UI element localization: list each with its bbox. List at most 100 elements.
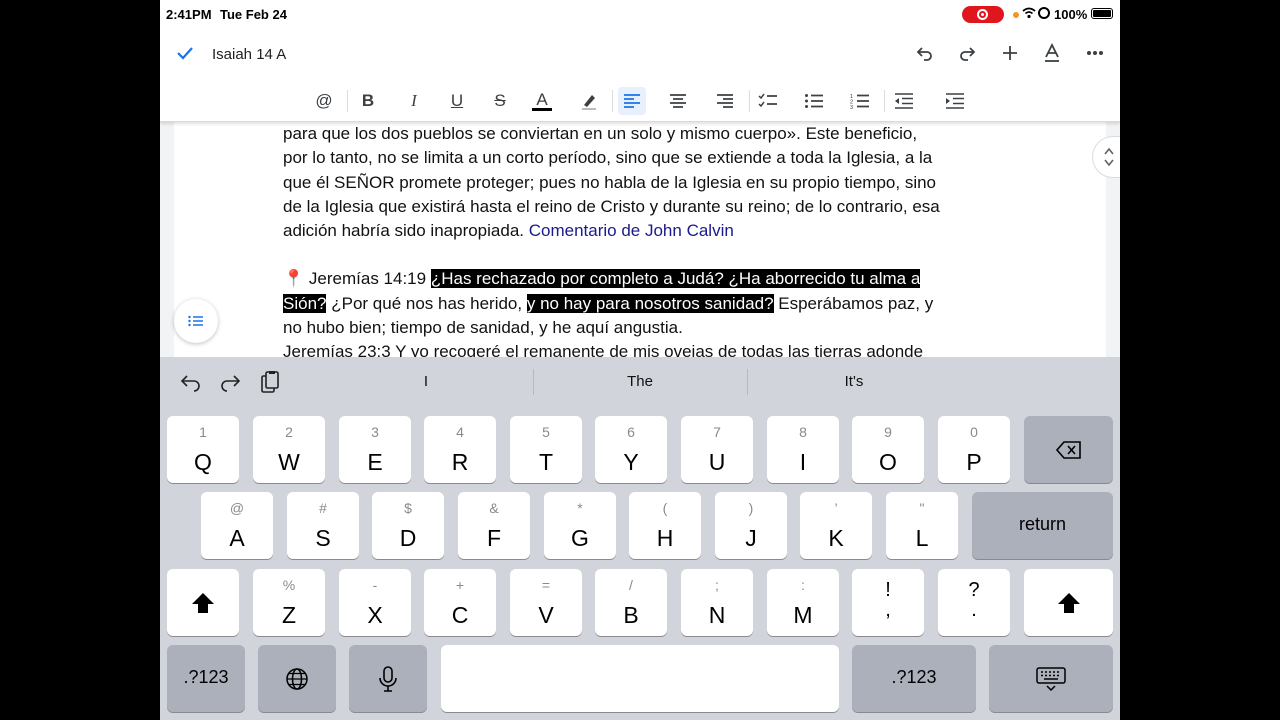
key-a[interactable]: @ A xyxy=(201,492,273,559)
italic-button[interactable]: I xyxy=(400,87,428,115)
suggestion-3[interactable]: It's xyxy=(754,373,954,390)
more-options-button[interactable] xyxy=(1082,40,1108,66)
key-label: G xyxy=(571,525,589,551)
increase-indent-button[interactable] xyxy=(941,87,969,115)
key-label: E xyxy=(367,449,383,475)
key-alt-label: 4 xyxy=(456,424,464,440)
doc-text-run: Esperábamos paz, y xyxy=(778,293,934,313)
key-label: N xyxy=(708,602,726,628)
key-z[interactable]: % Z xyxy=(253,569,325,636)
document-canvas[interactable]: para que los dos pueblos se conviertan e… xyxy=(160,122,1120,358)
bold-button[interactable]: B xyxy=(354,87,382,115)
numbers-key-right[interactable]: .?123 xyxy=(852,645,976,712)
mention-button[interactable]: @ xyxy=(310,87,338,115)
key-y[interactable]: 6Y xyxy=(595,416,667,483)
key-j[interactable]: ) J xyxy=(715,492,787,559)
key-c[interactable]: + C xyxy=(424,569,496,636)
key-alt-label: " xyxy=(919,500,925,516)
key-o[interactable]: 9O xyxy=(852,416,924,483)
format-toolbar: @ B I U S A 123 xyxy=(160,80,1120,122)
shift-key-right[interactable] xyxy=(1024,569,1113,636)
underline-button[interactable]: U xyxy=(443,87,471,115)
highlight-button[interactable] xyxy=(575,87,603,115)
key-t[interactable]: 5T xyxy=(510,416,582,483)
key-label: D xyxy=(399,525,417,551)
backspace-key[interactable] xyxy=(1024,416,1113,483)
key-alt-label: ( xyxy=(662,500,668,516)
format-button[interactable] xyxy=(1039,40,1065,66)
key-label: A xyxy=(229,525,245,551)
screen-recording-icon[interactable] xyxy=(962,6,1004,23)
insert-button[interactable] xyxy=(997,40,1023,66)
key-m[interactable]: :M xyxy=(767,569,839,636)
key-h[interactable]: (H xyxy=(629,492,701,559)
key-label: H xyxy=(656,525,674,551)
key-d[interactable]: $ D xyxy=(372,492,444,559)
kb-redo-button[interactable] xyxy=(218,370,242,394)
toolbar-divider xyxy=(749,90,750,112)
doc-line: que él SEÑOR promete proteger; pues no h… xyxy=(283,172,937,192)
key-g[interactable]: * G xyxy=(544,492,616,559)
kb-undo-button[interactable] xyxy=(179,370,203,394)
document-outline-button[interactable] xyxy=(174,299,218,343)
key-w[interactable]: 2W xyxy=(253,416,325,483)
key-x[interactable]: -X xyxy=(339,569,411,636)
document-body[interactable]: para que los dos pueblos se conviertan e… xyxy=(283,122,993,358)
key-b[interactable]: / B xyxy=(595,569,667,636)
key-alt-label: $ xyxy=(404,500,412,516)
numbers-key-left[interactable]: .?123 xyxy=(167,645,245,712)
space-bar[interactable] xyxy=(441,645,839,712)
suggestion-1[interactable]: I xyxy=(326,373,526,390)
suggestion-divider xyxy=(747,369,748,395)
key-s[interactable]: # S xyxy=(287,492,359,559)
key-v[interactable]: = V xyxy=(510,569,582,636)
key-i[interactable]: 8I xyxy=(767,416,839,483)
key-label: Z xyxy=(281,602,297,628)
key-label: . xyxy=(971,599,977,621)
key-e[interactable]: 3E xyxy=(339,416,411,483)
key-l[interactable]: " L xyxy=(886,492,958,559)
key-period[interactable]: ?. xyxy=(938,569,1010,636)
key-r[interactable]: 4R xyxy=(424,416,496,483)
key-comma[interactable]: !, xyxy=(852,569,924,636)
text-color-button[interactable]: A xyxy=(528,87,556,115)
checklist-button[interactable] xyxy=(754,87,782,115)
hide-keyboard-key[interactable] xyxy=(989,645,1113,712)
key-alt-label: ) xyxy=(748,500,754,516)
document-title[interactable]: Isaiah 14 A xyxy=(212,46,286,63)
align-center-button[interactable] xyxy=(664,87,692,115)
key-alt-label: : xyxy=(801,577,805,593)
align-left-button[interactable] xyxy=(618,87,646,115)
key-alt-label: ’ xyxy=(834,500,838,516)
align-left-icon xyxy=(624,94,640,108)
undo-button[interactable] xyxy=(912,40,938,66)
highlighted-text: y no hay para nosotros sanidad? xyxy=(526,293,774,313)
key-u[interactable]: 7U xyxy=(681,416,753,483)
return-key[interactable]: return xyxy=(972,492,1113,559)
key-q[interactable]: 1Q xyxy=(167,416,239,483)
numbered-list-icon: 123 xyxy=(850,94,869,109)
dictation-key[interactable] xyxy=(349,645,427,712)
align-right-button[interactable] xyxy=(711,87,739,115)
bulleted-list-button[interactable] xyxy=(800,87,828,115)
key-p[interactable]: 0P xyxy=(938,416,1010,483)
redo-button[interactable] xyxy=(954,40,980,66)
key-n[interactable]: ; N xyxy=(681,569,753,636)
undo-icon xyxy=(180,375,200,392)
key-k[interactable]: ’ K xyxy=(800,492,872,559)
toolbar-divider xyxy=(612,90,613,112)
done-check-icon[interactable] xyxy=(174,42,196,64)
globe-key[interactable] xyxy=(258,645,336,712)
key-alt-label: & xyxy=(489,500,499,516)
decrease-indent-button[interactable] xyxy=(890,87,918,115)
key-f[interactable]: & F xyxy=(458,492,530,559)
suggestion-2[interactable]: The xyxy=(540,373,740,390)
commentary-link[interactable]: Comentario de John Calvin xyxy=(529,221,734,240)
strikethrough-button[interactable]: S xyxy=(486,87,514,115)
kb-paste-button[interactable] xyxy=(258,370,282,394)
shift-key-left[interactable] xyxy=(167,569,239,636)
suggestion-bar: I The It's xyxy=(160,357,1120,407)
key-alt-label: 0 xyxy=(970,424,978,440)
numbered-list-button[interactable]: 123 xyxy=(846,87,874,115)
